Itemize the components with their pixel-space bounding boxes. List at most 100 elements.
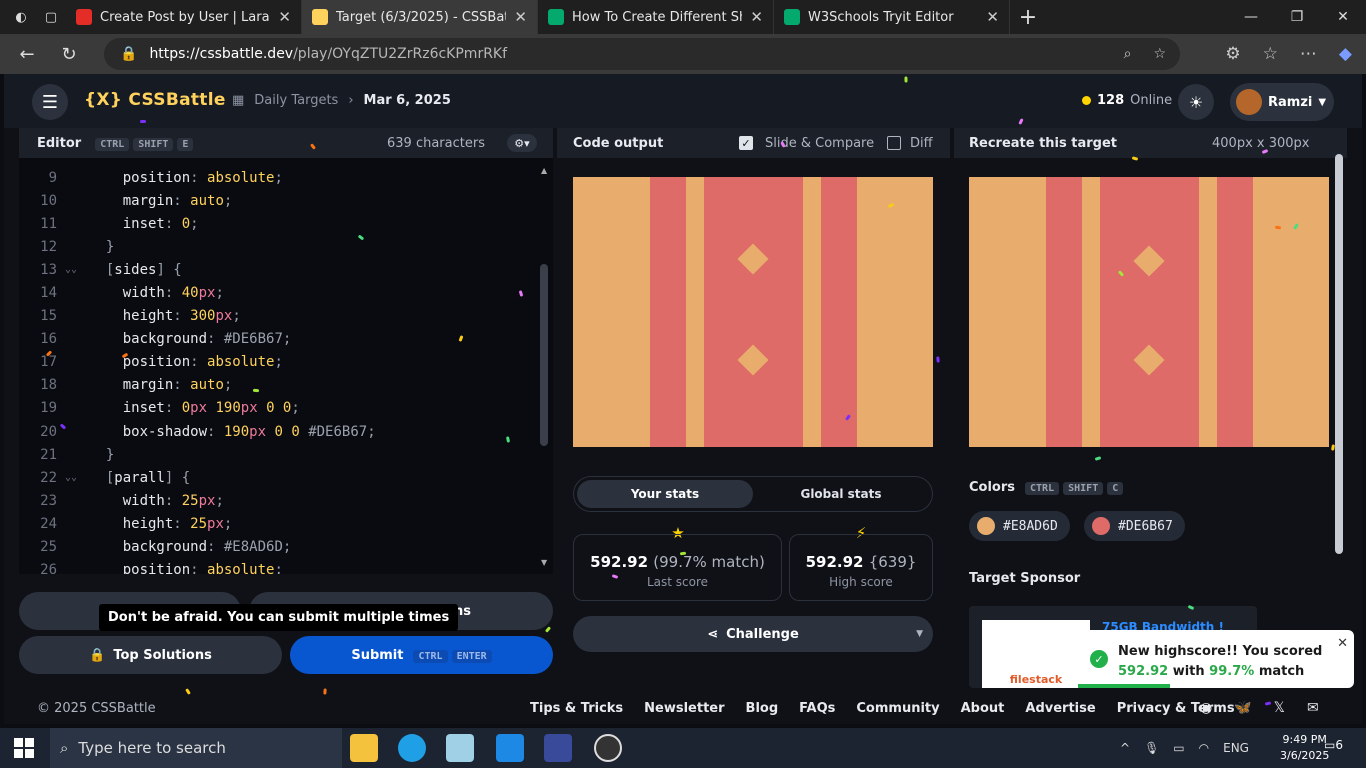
reload-icon[interactable]: ↻ xyxy=(48,44,90,65)
url-field[interactable]: 🔒 https://cssbattle.dev/play/OYqZTU2ZrRz… xyxy=(104,38,1180,70)
game-app-icon[interactable] xyxy=(544,734,572,762)
mail-icon[interactable]: ✉ xyxy=(1307,700,1319,716)
menu-icon[interactable]: ☰ xyxy=(32,84,68,120)
code-line[interactable]: 23 width: 25 px; xyxy=(19,489,553,512)
code-line[interactable]: 21 } xyxy=(19,443,553,466)
maximize-icon[interactable]: ❐ xyxy=(1274,0,1320,34)
footer-link[interactable]: Advertise xyxy=(1025,701,1095,716)
code-line[interactable]: 17 position: absolute; xyxy=(19,351,553,374)
code-line[interactable]: 22 ⌄⌄ [parall] { xyxy=(19,466,553,489)
code-line[interactable]: 20 box-shadow: 190 px 0 0 #DE6B67; xyxy=(19,420,553,443)
taskbar-search[interactable]: ⌕ Type here to search xyxy=(50,728,342,768)
browser-tab-3[interactable]: How To Create Different Shapes w ✕ xyxy=(538,0,774,34)
fold-chevron-icon[interactable]: ⌄⌄ xyxy=(65,472,89,483)
cssbattle-logo[interactable]: {X} CSSBattle xyxy=(84,90,226,110)
x-icon[interactable]: 𝕏 xyxy=(1274,700,1285,716)
code-line[interactable]: 10 margin: auto; xyxy=(19,189,553,212)
tab-close-icon[interactable]: ✕ xyxy=(986,8,999,26)
diff-label[interactable]: Diff xyxy=(910,136,933,151)
code-line[interactable]: 19 inset: 0 px 190 px 0 0; xyxy=(19,397,553,420)
right-scrollbar[interactable] xyxy=(1335,154,1343,554)
code-line[interactable]: 9 position: absolute; xyxy=(19,166,553,189)
footer-link[interactable]: About xyxy=(961,701,1005,716)
tab-global-stats[interactable]: Global stats xyxy=(753,480,929,508)
zoom-icon[interactable]: ⌕ xyxy=(1124,46,1132,62)
vscode-icon[interactable] xyxy=(496,734,524,762)
theme-toggle-icon[interactable]: ☀ xyxy=(1178,84,1214,120)
more-menu-icon[interactable]: ⋯ xyxy=(1300,44,1317,64)
browser-tab-1[interactable]: Create Post by User | Laravel Blog ✕ xyxy=(66,0,302,34)
tab-your-stats[interactable]: Your stats xyxy=(577,480,753,508)
code-line[interactable]: 26 position: absolute; xyxy=(19,559,553,574)
sponsor-title: Target Sponsor xyxy=(969,571,1081,586)
favorites-icon[interactable]: ☆ xyxy=(1263,44,1278,64)
code-line[interactable]: 14 width: 40 px; xyxy=(19,281,553,304)
footer-link[interactable]: Community xyxy=(856,701,939,716)
discord-icon[interactable]: ◉ xyxy=(1200,700,1212,716)
color-swatch-2[interactable]: #DE6B67 xyxy=(1084,511,1185,541)
code-output-canvas[interactable] xyxy=(573,177,933,447)
footer-link[interactable]: Tips & Tricks xyxy=(530,701,623,716)
toast-progress xyxy=(1078,684,1170,688)
profile-icon[interactable]: ◐ xyxy=(6,2,36,32)
code-line[interactable]: 12 } xyxy=(19,235,553,258)
footer-link[interactable]: Newsletter xyxy=(644,701,724,716)
tab-close-icon[interactable]: ✕ xyxy=(514,8,527,26)
target-title: Recreate this target xyxy=(969,135,1118,151)
edge-icon[interactable] xyxy=(398,734,426,762)
fold-chevron-icon[interactable]: ⌄⌄ xyxy=(65,264,89,275)
language-indicator[interactable]: ENG xyxy=(1223,741,1249,755)
code-token: parall xyxy=(114,469,165,486)
code-line[interactable]: 18 margin: auto; xyxy=(19,374,553,397)
favorite-star-icon[interactable]: ☆ xyxy=(1153,46,1166,62)
notification-icon[interactable]: ▭6 xyxy=(1324,738,1343,752)
new-tab-button[interactable]: + xyxy=(1010,0,1046,34)
code-token: ; xyxy=(190,215,199,232)
clock[interactable]: 9:49 PM 3/6/2025 xyxy=(1280,732,1329,764)
chevron-up-icon[interactable]: ^ xyxy=(1120,741,1130,755)
extensions-icon[interactable]: ⚙ xyxy=(1225,44,1240,64)
browser-tab-4[interactable]: W3Schools Tryit Editor ✕ xyxy=(774,0,1010,34)
challenge-button[interactable]: ⋖ Challenge ▼ xyxy=(573,616,933,652)
file-explorer-icon[interactable] xyxy=(350,734,378,762)
wifi-icon[interactable]: ◠ xyxy=(1199,741,1209,755)
microphone-icon[interactable]: 🎙 xyxy=(1144,741,1159,755)
code-editor[interactable]: 9 position: absolute; 10 margin: auto; 11 … xyxy=(19,158,553,574)
bluesky-icon[interactable]: 🦋 xyxy=(1234,700,1251,716)
chevron-down-icon[interactable]: ▼ xyxy=(916,629,923,639)
tab-close-icon[interactable]: ✕ xyxy=(278,8,291,26)
footer-link[interactable]: FAQs xyxy=(799,701,835,716)
battery-icon[interactable]: ▭ xyxy=(1173,741,1184,755)
tab-actions-icon[interactable]: ▢ xyxy=(36,2,66,32)
browser-tab-2[interactable]: Target (6/3/2025) - CSSBattle ✕ xyxy=(302,0,538,34)
close-window-icon[interactable]: ✕ xyxy=(1320,0,1366,34)
breadcrumb-daily-targets[interactable]: Daily Targets xyxy=(254,93,338,108)
code-line[interactable]: 25 background: #E8AD6D; xyxy=(19,536,553,559)
windows-start-icon[interactable] xyxy=(14,738,34,758)
user-menu[interactable]: Ramzi ▼ xyxy=(1230,83,1334,121)
tab-close-icon[interactable]: ✕ xyxy=(750,8,763,26)
slide-compare-checkbox[interactable]: ✓ xyxy=(739,136,753,150)
back-icon[interactable]: ← xyxy=(6,44,48,65)
code-token: 40 xyxy=(181,285,199,302)
code-token: : xyxy=(173,515,191,532)
code-line[interactable]: 15 height: 300 px; xyxy=(19,305,553,328)
editor-settings-icon[interactable]: ⚙▾ xyxy=(507,134,537,152)
code-line[interactable]: 16 background: #DE6B67; xyxy=(19,328,553,351)
copilot-icon[interactable]: ◆ xyxy=(1339,44,1352,64)
top-solutions-button[interactable]: 🔒 Top Solutions xyxy=(19,636,282,674)
submit-button[interactable]: Submit CTRL ENTER xyxy=(290,636,553,674)
code-line[interactable]: 11 inset: 0; xyxy=(19,212,553,235)
footer-link[interactable]: Blog xyxy=(746,701,779,716)
notes-app-icon[interactable] xyxy=(446,734,474,762)
code-line[interactable]: 24 height: 25 px; xyxy=(19,512,553,535)
recorder-app-icon[interactable] xyxy=(594,734,622,762)
diff-checkbox[interactable] xyxy=(887,136,901,150)
toast-close-icon[interactable]: ✕ xyxy=(1337,636,1348,651)
editor-scrollbar[interactable]: ▲ ▼ xyxy=(538,158,550,574)
code-token: 0 0 xyxy=(266,400,292,417)
minimize-icon[interactable]: — xyxy=(1228,0,1274,34)
color-swatch-1[interactable]: #E8AD6D xyxy=(969,511,1070,541)
code-line[interactable]: 13 ⌄⌄ [sides] { xyxy=(19,258,553,281)
